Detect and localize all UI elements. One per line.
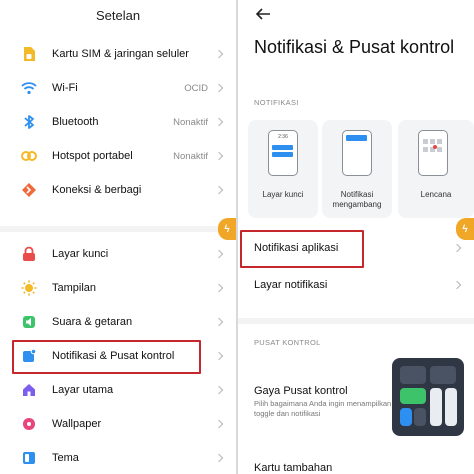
settings-item-sim[interactable]: Kartu SIM & jaringan seluler xyxy=(0,37,236,71)
settings-item-connection-sharing[interactable]: Koneksi & berbagi xyxy=(0,173,236,207)
floating-assist-button[interactable]: ϟ xyxy=(218,218,236,240)
connectivity-group: Kartu SIM & jaringan seluler Wi-Fi OCID … xyxy=(0,37,236,207)
card-badges[interactable]: Lencana xyxy=(398,120,474,218)
row-control-center-style-label[interactable]: Gaya Pusat kontrol xyxy=(254,385,348,397)
highlight-box xyxy=(12,340,201,374)
settings-panel: Setelan Kartu SIM & jaringan seluler Wi-… xyxy=(0,0,236,474)
chevron-right-icon xyxy=(214,283,224,293)
chevron-right-icon xyxy=(214,83,224,93)
settings-item-hotspot[interactable]: Hotspot portabel Nonaktif xyxy=(0,139,236,173)
chevron-right-icon xyxy=(214,351,224,361)
section-divider xyxy=(0,226,236,232)
settings-item-value: OCID xyxy=(184,82,208,94)
brightness-icon xyxy=(21,280,37,296)
settings-item-wallpaper[interactable]: Wallpaper xyxy=(0,407,236,441)
settings-item-wifi[interactable]: Wi-Fi OCID xyxy=(0,71,236,105)
chevron-right-icon xyxy=(452,280,462,290)
chevron-right-icon xyxy=(214,419,224,429)
settings-item-label: Wallpaper xyxy=(52,418,102,430)
card-floating-notifications[interactable]: Notifikasi mengambang xyxy=(322,120,392,218)
settings-item-label: Wi-Fi xyxy=(52,82,78,94)
notification-bar xyxy=(272,145,293,150)
notification-bar xyxy=(272,152,293,157)
bluetooth-icon xyxy=(21,114,37,130)
settings-title: Setelan xyxy=(95,8,141,23)
settings-item-label: Kartu SIM & jaringan seluler xyxy=(52,48,189,60)
speaker-icon xyxy=(21,314,37,330)
share-icon xyxy=(21,182,37,198)
notification-bar xyxy=(346,135,367,141)
control-center-illustration xyxy=(392,358,464,436)
section-label-notifications: NOTIFIKASI xyxy=(254,98,299,107)
highlight-box xyxy=(240,230,364,268)
settings-item-value: Nonaktif xyxy=(173,150,208,162)
settings-item-label: Tema xyxy=(52,452,79,464)
chevron-right-icon xyxy=(452,243,462,253)
card-label: Layar kunci xyxy=(262,190,304,199)
settings-item-label: Bluetooth xyxy=(52,116,99,128)
phone-illustration: 2:36 xyxy=(268,130,298,176)
settings-item-bluetooth[interactable]: Bluetooth Nonaktif xyxy=(0,105,236,139)
chevron-right-icon xyxy=(214,317,224,327)
row-extra-tiles-label[interactable]: Kartu tambahan xyxy=(254,462,332,474)
clock-text: 2:36 xyxy=(278,134,288,140)
bolt-icon: ϟ xyxy=(224,223,230,235)
hotspot-icon xyxy=(21,148,37,164)
settings-item-value: Nonaktif xyxy=(173,116,208,128)
settings-item-label: Hotspot portabel xyxy=(52,150,133,162)
floating-assist-button[interactable]: ϟ xyxy=(456,218,474,240)
back-arrow-icon[interactable] xyxy=(254,6,272,22)
phone-illustration xyxy=(418,130,448,176)
settings-item-label: Layar kunci xyxy=(52,248,109,260)
chevron-right-icon xyxy=(214,117,224,127)
settings-item-display[interactable]: Tampilan xyxy=(0,271,236,305)
chevron-right-icon xyxy=(214,49,224,59)
card-label: Lencana xyxy=(420,190,452,199)
chevron-right-icon xyxy=(214,151,224,161)
chevron-right-icon xyxy=(214,453,224,463)
row-control-center-style-desc: Pilih bagaimana Anda ingin menampilkan t… xyxy=(254,399,392,418)
badge-dot xyxy=(433,145,437,149)
lock-icon xyxy=(21,246,37,262)
settings-item-sound[interactable]: Suara & getaran xyxy=(0,305,236,339)
row-notification-shade[interactable] xyxy=(238,268,474,302)
wifi-icon xyxy=(21,80,37,96)
bolt-icon: ϟ xyxy=(462,223,468,235)
phone-illustration xyxy=(342,130,372,176)
section-label-control-center: PUSAT KONTROL xyxy=(254,338,321,347)
settings-item-label: Tampilan xyxy=(52,282,97,294)
theme-icon xyxy=(21,450,37,466)
settings-item-label: Suara & getaran xyxy=(52,316,133,328)
wallpaper-icon xyxy=(21,416,37,432)
chevron-right-icon xyxy=(214,185,224,195)
section-divider xyxy=(238,318,474,324)
settings-item-theme[interactable]: Tema xyxy=(0,441,236,474)
settings-item-lock-screen[interactable]: Layar kunci xyxy=(0,237,236,271)
chevron-right-icon xyxy=(214,249,224,259)
settings-item-home-screen[interactable]: Layar utama xyxy=(0,373,236,407)
chevron-right-icon xyxy=(214,385,224,395)
settings-item-label: Koneksi & berbagi xyxy=(52,184,142,196)
card-lock-screen[interactable]: 2:36 Layar kunci xyxy=(248,120,318,218)
page-title: Notifikasi & Pusat kontrol xyxy=(254,37,455,57)
settings-item-label: Layar utama xyxy=(52,384,114,396)
sim-card-icon xyxy=(21,46,37,62)
notification-control-panel: Notifikasi & Pusat kontrol NOTIFIKASI 2:… xyxy=(238,0,474,474)
card-label: Notifikasi mengambang xyxy=(332,190,382,209)
home-icon xyxy=(21,382,37,398)
